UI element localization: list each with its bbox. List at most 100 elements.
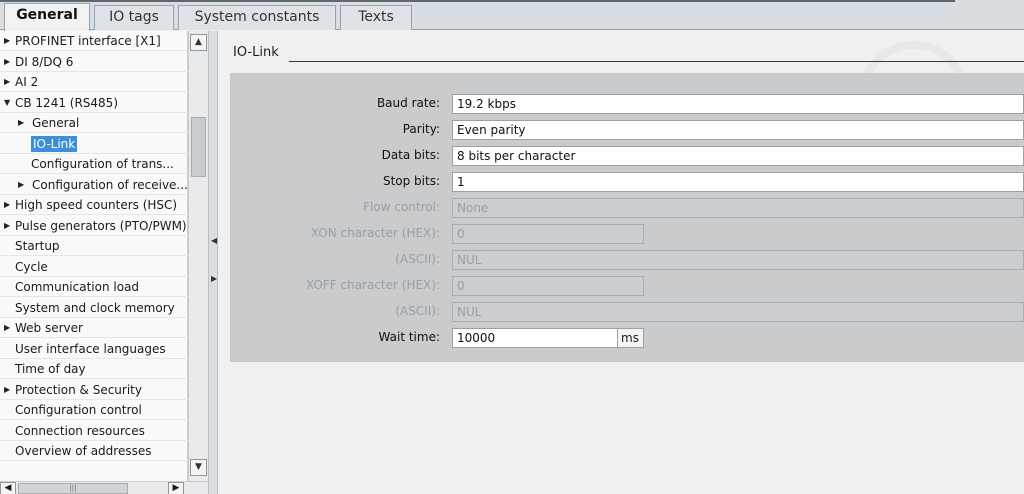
flow-control-label: Flow control: bbox=[363, 200, 440, 214]
tree-item-label: CB 1241 (RS485) bbox=[15, 95, 119, 110]
scroll-down-button[interactable]: ▼ bbox=[190, 459, 207, 476]
tree-item[interactable]: IO-Link bbox=[0, 134, 188, 154]
collapse-arrow-icon[interactable]: ▶ bbox=[18, 175, 24, 195]
xoff-ascii-label: (ASCII): bbox=[395, 304, 440, 318]
tree-item-label: Time of day bbox=[15, 362, 86, 376]
section-title: IO-Link bbox=[233, 45, 279, 60]
wait-time-field[interactable]: 10000 bbox=[452, 328, 618, 348]
tree-item[interactable]: ▶ AI 2 bbox=[0, 72, 188, 92]
tree-item-label: General bbox=[32, 116, 80, 130]
tree-item-label: Startup bbox=[15, 239, 60, 253]
tree-item-label: PROFINET interface [X1] bbox=[15, 34, 161, 48]
pane-splitter[interactable]: ◀ ▶ bbox=[208, 31, 218, 494]
xon-hex-label: XON character (HEX): bbox=[310, 226, 440, 240]
tree-item-label: Configuration control bbox=[15, 403, 142, 417]
tree-item-label: Web server bbox=[15, 321, 83, 335]
tree-item[interactable]: ▶ General bbox=[0, 113, 188, 133]
tree-item-label: Protection & Security bbox=[15, 382, 142, 397]
scroll-up-button[interactable]: ▲ bbox=[190, 34, 207, 51]
parity-row: Parity: Even parity bbox=[230, 120, 1024, 140]
properties-panel: IO-Link Baud rate: 19.2 kbps Parity: Eve… bbox=[219, 31, 1024, 494]
tree-item-label: User interface languages bbox=[15, 341, 166, 356]
tree-item-label: IO-Link bbox=[31, 135, 78, 152]
data-bits-label: Data bits: bbox=[381, 148, 440, 162]
tree-item-label: Configuration of receive... bbox=[32, 177, 188, 192]
tree-item[interactable]: ▶ Configuration of receive... bbox=[0, 175, 188, 195]
tree-item[interactable]: ▶ Web server bbox=[0, 318, 188, 338]
baud-rate-row: Baud rate: 19.2 kbps bbox=[230, 94, 1024, 114]
stop-bits-row: Stop bits: 1 bbox=[230, 172, 1024, 192]
wait-time-row: Wait time: 10000 ms bbox=[230, 328, 1024, 348]
tab-io-tags[interactable]: IO tags bbox=[94, 5, 174, 30]
tree-item[interactable]: ▶ Protection & Security bbox=[0, 380, 188, 400]
section-divider bbox=[289, 61, 1024, 62]
tree-item-label: Cycle bbox=[15, 259, 48, 274]
scroll-right-button[interactable]: ▶ bbox=[168, 482, 184, 494]
tab-general[interactable]: General bbox=[4, 3, 90, 31]
tree-item-label: Pulse generators (PTO/PWM) bbox=[15, 218, 187, 233]
tree-item[interactable]: Communication load bbox=[0, 277, 188, 297]
tree-item-label: DI 8/DQ 6 bbox=[15, 54, 74, 69]
xon-hex-row: XON character (HEX): 0 bbox=[230, 224, 1024, 244]
expand-arrow-icon[interactable]: ▼ bbox=[4, 93, 10, 113]
tree-item[interactable]: Configuration of trans... bbox=[0, 154, 188, 174]
expand-right-icon[interactable]: ▶ bbox=[211, 274, 217, 286]
tree-item[interactable]: Configuration control bbox=[0, 400, 188, 420]
collapse-arrow-icon[interactable]: ▶ bbox=[4, 52, 10, 72]
collapse-arrow-icon[interactable]: ▶ bbox=[4, 380, 10, 400]
tab-strip-border bbox=[0, 0, 955, 2]
xon-ascii-label: (ASCII): bbox=[395, 252, 440, 266]
baud-rate-field[interactable]: 19.2 kbps bbox=[452, 94, 1024, 114]
scroll-thumb[interactable] bbox=[191, 117, 206, 177]
tree-item[interactable]: ▶ DI 8/DQ 6 bbox=[0, 52, 188, 72]
tree-item[interactable]: Connection resources bbox=[0, 421, 188, 441]
tree-item[interactable]: ▶ PROFINET interface [X1] bbox=[0, 31, 188, 51]
tree-item-label: Configuration of trans... bbox=[31, 157, 174, 171]
tree-item-label: High speed counters (HSC) bbox=[15, 198, 178, 212]
tree-item[interactable]: ▶ Pulse generators (PTO/PWM) bbox=[0, 216, 188, 236]
xoff-hex-label: XOFF character (HEX): bbox=[305, 278, 440, 292]
tree-item-label: Communication load bbox=[15, 280, 140, 294]
xon-ascii-row: (ASCII): NUL bbox=[230, 250, 1024, 270]
data-bits-field[interactable]: 8 bits per character bbox=[452, 146, 1024, 166]
scroll-left-button[interactable]: ◀ bbox=[0, 482, 16, 494]
tab-texts[interactable]: Texts bbox=[340, 5, 412, 30]
io-link-settings-form: Baud rate: 19.2 kbps Parity: Even parity… bbox=[230, 73, 1024, 362]
collapse-arrow-icon[interactable]: ▶ bbox=[4, 195, 10, 215]
tree-item[interactable]: Cycle bbox=[0, 257, 188, 277]
tree-item[interactable]: Time of day bbox=[0, 359, 188, 379]
xoff-hex-row: XOFF character (HEX): 0 bbox=[230, 276, 1024, 296]
collapse-arrow-icon[interactable]: ▶ bbox=[18, 113, 24, 133]
tree-item[interactable]: ▶ High speed counters (HSC) bbox=[0, 195, 188, 215]
tab-system-constants[interactable]: System constants bbox=[178, 5, 336, 30]
tree-item[interactable]: User interface languages bbox=[0, 339, 188, 359]
collapse-left-icon[interactable]: ◀ bbox=[211, 236, 217, 248]
horizontal-scroll-thumb[interactable]: ||| bbox=[18, 483, 128, 494]
tree-item[interactable]: ▼ CB 1241 (RS485) bbox=[0, 93, 188, 113]
tree-horizontal-scrollbar[interactable]: ◀ ||| ▶ bbox=[0, 481, 208, 494]
collapse-arrow-icon[interactable]: ▶ bbox=[4, 31, 10, 51]
xon-hex-field: 0 bbox=[452, 224, 644, 244]
collapse-arrow-icon[interactable]: ▶ bbox=[4, 72, 10, 92]
tree-item[interactable]: Startup bbox=[0, 236, 188, 256]
xoff-ascii-field: NUL bbox=[452, 302, 1024, 322]
collapse-arrow-icon[interactable]: ▶ bbox=[4, 216, 10, 236]
wait-time-label: Wait time: bbox=[378, 330, 440, 344]
collapse-arrow-icon[interactable]: ▶ bbox=[4, 318, 10, 338]
tree-item-label: Connection resources bbox=[15, 423, 145, 438]
flow-control-row: Flow control: None bbox=[230, 198, 1024, 218]
stop-bits-label: Stop bits: bbox=[382, 174, 440, 188]
tree-vertical-scrollbar[interactable]: ▲ ▼ bbox=[188, 31, 208, 481]
tree-item-label: AI 2 bbox=[15, 75, 39, 89]
tab-strip: General IO tags System constants Texts bbox=[0, 0, 1024, 31]
parity-field[interactable]: Even parity bbox=[452, 120, 1024, 140]
stop-bits-field[interactable]: 1 bbox=[452, 172, 1024, 192]
navigation-tree: ▶ PROFINET interface [X1] ▶ DI 8/DQ 6 ▶ AI 2 ▼… bbox=[0, 31, 188, 481]
xoff-ascii-row: (ASCII): NUL bbox=[230, 302, 1024, 322]
wait-time-unit: ms bbox=[618, 328, 644, 348]
tree-item-label: System and clock memory bbox=[15, 300, 175, 315]
data-bits-row: Data bits: 8 bits per character bbox=[230, 146, 1024, 166]
tree-item[interactable]: Overview of addresses bbox=[0, 441, 188, 461]
xoff-hex-field: 0 bbox=[452, 276, 644, 296]
tree-item[interactable]: System and clock memory bbox=[0, 298, 188, 318]
